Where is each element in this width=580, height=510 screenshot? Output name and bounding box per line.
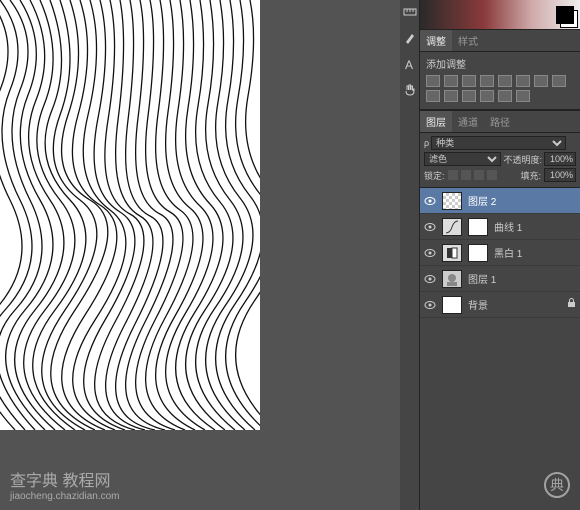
adj-levels-icon[interactable]: [444, 75, 458, 87]
lock-position-icon[interactable]: [474, 170, 484, 180]
tab-adjustments[interactable]: 调整: [420, 30, 452, 51]
adjustment-curves-icon[interactable]: [442, 218, 462, 236]
adj-photofilter-icon[interactable]: [552, 75, 566, 87]
color-picker-strip[interactable]: [420, 0, 580, 30]
opacity-label: 不透明度:: [503, 153, 542, 166]
fill-label: 填充:: [520, 169, 541, 182]
right-panel: 调整 样式 添加调整 图层 通道 路径 ρ 种类: [420, 0, 580, 510]
opacity-input[interactable]: [544, 152, 576, 166]
layer-controls: ρ 种类 滤色 不透明度: 锁定: 填充:: [420, 133, 580, 188]
layer-row[interactable]: 黑白 1: [420, 240, 580, 266]
adj-curves-icon[interactable]: [462, 75, 476, 87]
ruler-tool-icon[interactable]: [402, 4, 418, 20]
adjustments-title: 添加调整: [426, 56, 574, 71]
tab-paths[interactable]: 路径: [484, 111, 516, 132]
visibility-toggle-icon[interactable]: [424, 299, 436, 311]
adj-lookup-icon[interactable]: [444, 90, 458, 102]
layer-name: 图层 1: [468, 271, 496, 286]
layer-thumbnail[interactable]: [442, 270, 462, 288]
fill-input[interactable]: [544, 168, 576, 182]
layer-row[interactable]: 图层 2: [420, 188, 580, 214]
layer-row[interactable]: 曲线 1: [420, 214, 580, 240]
adjustments-panel-tabs: 调整 样式: [420, 30, 580, 52]
tab-styles[interactable]: 样式: [452, 30, 484, 51]
text-tool-icon[interactable]: A: [402, 56, 418, 72]
adj-vibrance-icon[interactable]: [498, 75, 512, 87]
layer-thumbnail[interactable]: [442, 296, 462, 314]
layer-row[interactable]: 图层 1: [420, 266, 580, 292]
layer-thumbnail[interactable]: [442, 192, 462, 210]
tab-layers[interactable]: 图层: [420, 111, 452, 132]
adj-brightness-icon[interactable]: [426, 75, 440, 87]
svg-text:A: A: [405, 58, 413, 71]
layer-kind-select[interactable]: 种类: [431, 136, 566, 150]
adj-posterize-icon[interactable]: [462, 90, 476, 102]
artwork-preview: [0, 0, 260, 430]
watermark-logo-icon: 典: [544, 472, 570, 498]
watermark-url: jiaocheng.chazidian.com: [10, 491, 120, 502]
layers-panel-tabs: 图层 通道 路径: [420, 110, 580, 133]
visibility-toggle-icon[interactable]: [424, 195, 436, 207]
adjustment-bw-icon[interactable]: [442, 244, 462, 262]
adj-hsl-icon[interactable]: [516, 75, 530, 87]
lock-pixels-icon[interactable]: [461, 170, 471, 180]
document-canvas[interactable]: [0, 0, 260, 430]
adj-gradientmap-icon[interactable]: [498, 90, 512, 102]
layer-row[interactable]: 背景: [420, 292, 580, 318]
layer-name: 图层 2: [468, 193, 496, 208]
adj-exposure-icon[interactable]: [480, 75, 494, 87]
layer-mask-thumbnail[interactable]: [468, 244, 488, 262]
brush-tool-icon[interactable]: [402, 30, 418, 46]
layer-name: 黑白 1: [494, 245, 522, 260]
lock-all-icon[interactable]: [487, 170, 497, 180]
adj-threshold-icon[interactable]: [480, 90, 494, 102]
kind-label: ρ: [424, 138, 429, 148]
blend-mode-select[interactable]: 滤色: [424, 152, 501, 166]
lock-transparent-icon[interactable]: [448, 170, 458, 180]
adj-channelmixer-icon[interactable]: [426, 90, 440, 102]
watermark: 查字典 教程网 jiaocheng.chazidian.com 典: [0, 459, 580, 510]
layer-mask-thumbnail[interactable]: [468, 218, 488, 236]
adj-bw-icon[interactable]: [534, 75, 548, 87]
adj-selective-icon[interactable]: [516, 90, 530, 102]
tool-dock: A: [400, 0, 420, 510]
lock-icon: [567, 298, 576, 311]
visibility-toggle-icon[interactable]: [424, 247, 436, 259]
watermark-brand: 查字典 教程网: [10, 473, 110, 490]
foreground-swatch[interactable]: [556, 6, 574, 24]
tab-channels[interactable]: 通道: [452, 111, 484, 132]
adjustments-section: 添加调整: [420, 52, 580, 110]
layer-name: 背景: [468, 297, 488, 312]
layer-list: 图层 2 曲线 1 黑白 1 图层 1 背景: [420, 188, 580, 318]
layer-name: 曲线 1: [494, 219, 522, 234]
visibility-toggle-icon[interactable]: [424, 221, 436, 233]
lock-label: 锁定:: [424, 169, 445, 182]
visibility-toggle-icon[interactable]: [424, 273, 436, 285]
hand-tool-icon[interactable]: [402, 82, 418, 98]
